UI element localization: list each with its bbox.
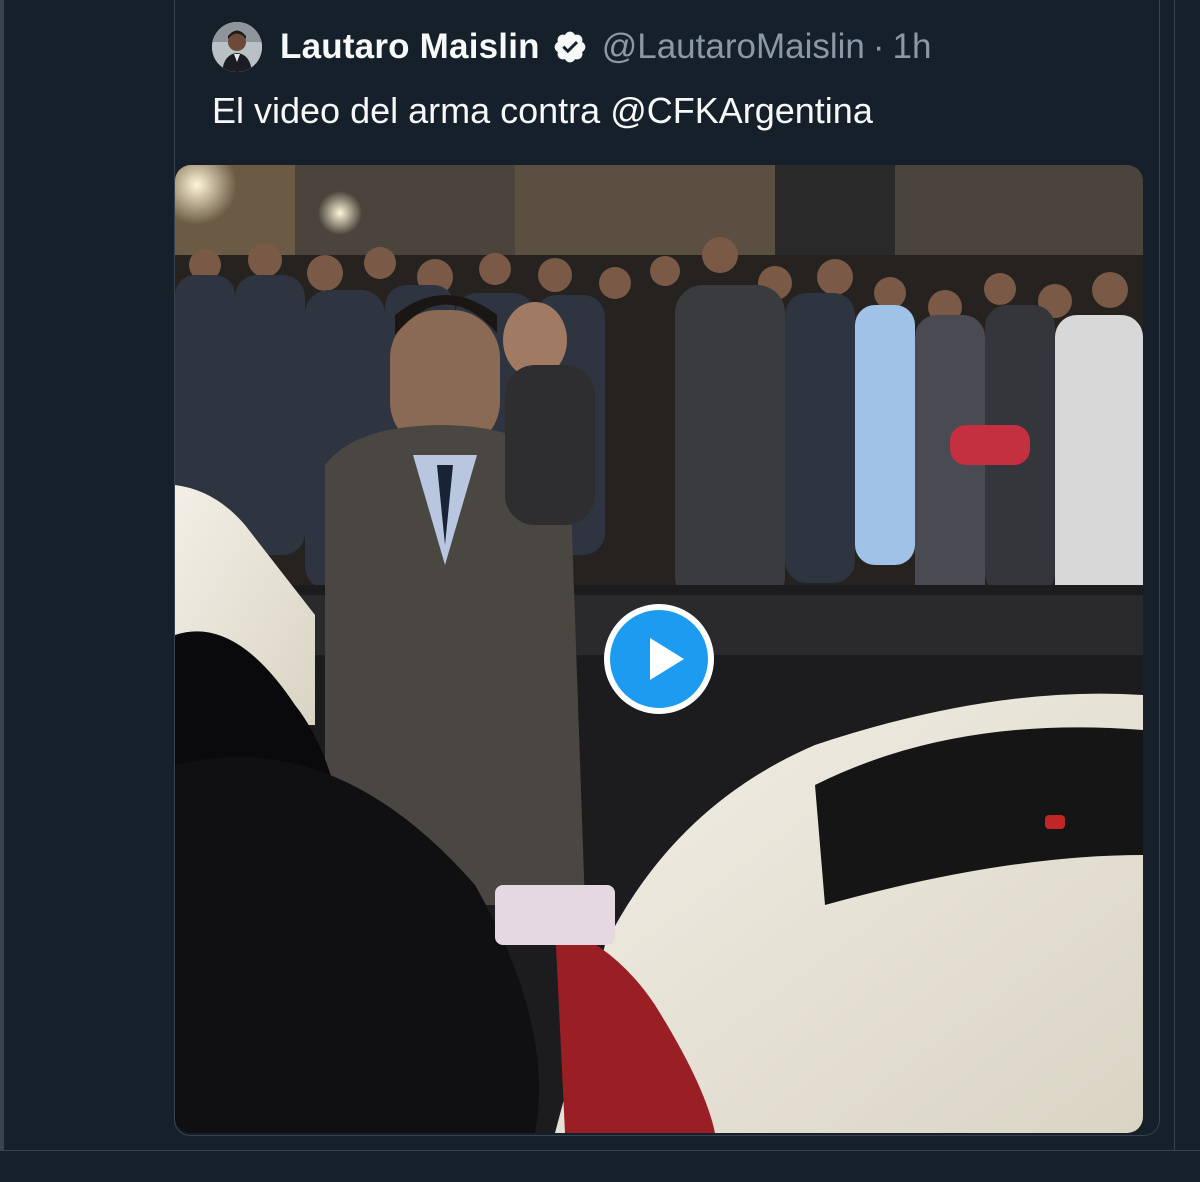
timeline-column-border [0, 0, 4, 1150]
verified-badge-icon [554, 31, 586, 63]
author-handle[interactable]: @LautaroMaislin [602, 27, 865, 67]
user-avatar-icon[interactable] [212, 22, 262, 72]
tweet-text: El video del arma contra @CFKArgentina [212, 90, 873, 131]
header-separator: · [872, 27, 885, 66]
author-display-name[interactable]: Lautaro Maislin [280, 27, 540, 67]
tweet-timestamp[interactable]: 1h [893, 27, 932, 67]
tweet-header: Lautaro Maislin @LautaroMaislin · 1h [212, 22, 931, 72]
timeline-column-border-right [1174, 0, 1175, 1150]
video-player[interactable] [175, 165, 1143, 1133]
tweet-divider [0, 1150, 1200, 1151]
timeline-page: Lautaro Maislin @LautaroMaislin · 1h El … [0, 0, 1200, 1182]
play-icon [650, 638, 684, 680]
play-button[interactable] [604, 604, 714, 714]
